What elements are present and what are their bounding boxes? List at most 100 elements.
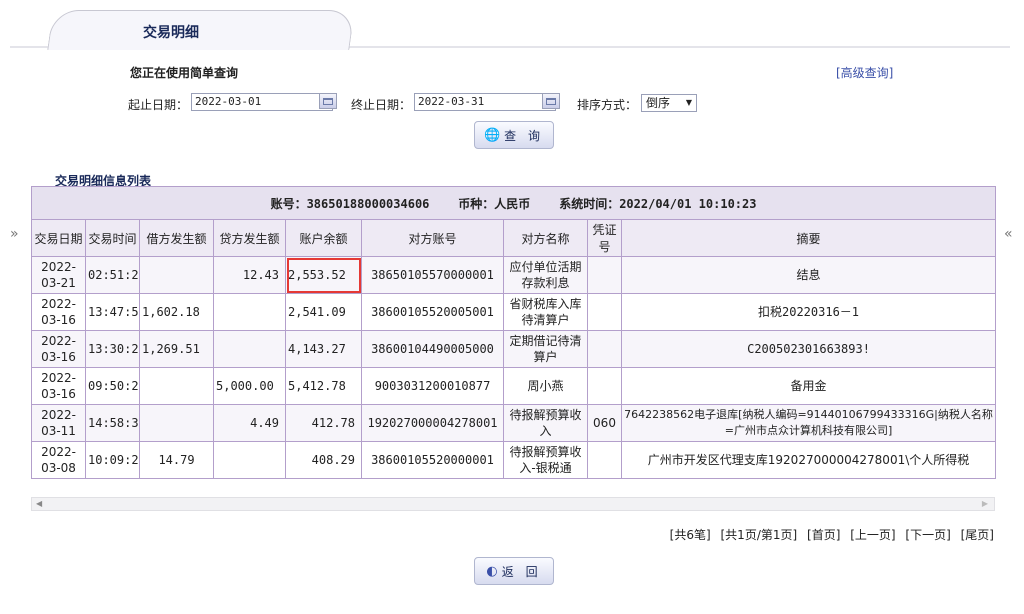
cell-voucher [587, 293, 622, 331]
cell-date: 2022-03-21 [31, 256, 86, 294]
cell-debit [139, 256, 214, 294]
cell-date: 2022-03-08 [31, 441, 86, 479]
col-date: 交易日期 [31, 219, 86, 257]
tab-active[interactable] [47, 10, 355, 51]
cell-time: 13:47:52 [85, 293, 140, 331]
table-row: 2022-03-11 14:58:37 4.49 412.78 19202700… [31, 404, 997, 442]
cell-account: 38650105570000001 [361, 256, 504, 294]
pagination: [共6笔] [共1页/第1页] [首页] [上一页] [下一页] [尾页] [664, 526, 994, 543]
cell-voucher [587, 367, 622, 405]
cell-credit: 4.49 [213, 404, 286, 442]
expand-left-icon[interactable]: » [10, 226, 19, 242]
advanced-query-link[interactable]: [高级查询] [836, 64, 893, 81]
col-debit: 借方发生额 [139, 219, 214, 257]
cell-time: 10:09:29 [85, 441, 140, 479]
cell-voucher [587, 256, 622, 294]
pager-next-link[interactable]: [下一页] [905, 528, 950, 542]
cell-date: 2022-03-16 [31, 367, 86, 405]
back-button[interactable]: ◐ 返 回 [474, 557, 554, 585]
cell-balance: 408.29 [285, 441, 362, 479]
cell-account: 38600104490005000 [361, 330, 504, 368]
sort-select-value: 倒序 [646, 96, 671, 110]
cell-name: 周小燕 [503, 367, 588, 405]
cell-memo: 结息 [620, 256, 997, 294]
end-date-input[interactable]: 2022-03-31 [414, 93, 556, 111]
cell-memo: 备用金 [620, 367, 997, 405]
cell-credit: 5,000.00 [213, 367, 286, 405]
cell-balance: 2,541.09 [285, 293, 362, 331]
dropdown-arrow-icon: ▼ [685, 98, 692, 107]
table-row: 2022-03-21 02:51:27 12.43 2,553.52 38650… [31, 256, 997, 294]
cell-date: 2022-03-16 [31, 293, 86, 331]
pager-prev-link[interactable]: [上一页] [850, 528, 895, 542]
search-button-label: 查 询 [504, 128, 544, 143]
start-date-input[interactable]: 2022-03-01 [191, 93, 333, 111]
cell-voucher [587, 330, 622, 368]
col-memo: 摘要 [620, 219, 997, 257]
pager-total: [共6笔] [669, 528, 711, 542]
cell-credit [213, 441, 286, 479]
cell-balance: 4,143.27 [285, 330, 362, 368]
cell-time: 14:58:37 [85, 404, 140, 442]
back-button-label: 返 回 [501, 564, 542, 579]
cell-voucher: 060 [587, 404, 622, 442]
cell-name: 省财税库入库待清算户 [503, 293, 588, 331]
end-date-label: 终止日期： [351, 98, 412, 112]
col-voucher: 凭证号 [587, 219, 622, 257]
collapse-right-icon[interactable]: « [1004, 226, 1013, 242]
cell-account: 38600105520005001 [361, 293, 504, 331]
cell-name: 定期借记待清算户 [503, 330, 588, 368]
cell-date: 2022-03-11 [31, 404, 86, 442]
pager-pages: [共1页/第1页] [720, 528, 798, 542]
col-account: 对方账号 [361, 219, 504, 257]
scroll-left-icon[interactable]: ◀ [36, 498, 42, 510]
table-row: 2022-03-08 10:09:29 14.79 408.29 3860010… [31, 441, 997, 479]
cell-memo: 广州市开发区代理支库192027000004278001\个人所得税 [620, 441, 997, 479]
cell-balance: 5,412.78 [285, 367, 362, 405]
cell-time: 02:51:27 [85, 256, 140, 294]
cell-name: 待报解预算收入 [503, 404, 588, 442]
cell-debit: 1,269.51 [139, 330, 214, 368]
back-circle-icon: ◐ [486, 563, 498, 579]
col-name: 对方名称 [503, 219, 588, 257]
account-info-row: 账号：38650188000034606 币种：人民币 系统时间：2022/04… [30, 186, 997, 220]
tab-title[interactable]: 交易明细 [143, 22, 199, 42]
cell-account: 38600105520000001 [361, 441, 504, 479]
search-button[interactable]: 🌐 查 询 [474, 121, 554, 149]
cell-name: 应付单位活期存款利息 [503, 256, 588, 294]
sort-select[interactable]: 倒序 ▼ [641, 94, 697, 112]
sort-label: 排序方式： [577, 98, 638, 112]
cell-debit [139, 404, 214, 442]
start-date-label: 起止日期： [128, 98, 189, 112]
cell-name: 待报解预算收入-银税通 [503, 441, 588, 479]
query-mode-label: 您正在使用简单查询 [130, 66, 239, 80]
cell-debit: 14.79 [139, 441, 214, 479]
cell-balance: 412.78 [285, 404, 362, 442]
start-calendar-icon[interactable] [319, 93, 337, 109]
pager-first-link[interactable]: [首页] [807, 528, 840, 542]
account-info: 账号：38650188000034606 币种：人民币 系统时间：2022/04… [30, 186, 997, 220]
scroll-right-icon[interactable]: ▶ [982, 498, 988, 510]
cell-debit [139, 367, 214, 405]
end-calendar-icon[interactable] [542, 93, 560, 109]
table-row: 2022-03-16 13:47:52 1,602.18 2,541.09 38… [31, 293, 997, 331]
globe-search-icon: 🌐 [483, 127, 501, 143]
col-time: 交易时间 [85, 219, 140, 257]
cell-date: 2022-03-16 [31, 330, 86, 368]
cell-credit [213, 293, 286, 331]
col-balance: 账户余额 [285, 219, 362, 257]
cell-account: 192027000004278001 [361, 404, 504, 442]
cell-memo: 扣税20220316－1 [620, 293, 997, 331]
cell-credit [213, 330, 286, 368]
cell-memo: C200502301663893! [620, 330, 997, 368]
cell-memo: 7642238562电子退库[纳税人编码=91440106799433316G|… [620, 404, 997, 442]
table-header: 交易日期 交易时间 借方发生额 贷方发生额 账户余额 对方账号 对方名称 凭证号… [31, 219, 997, 257]
pager-last-link[interactable]: [尾页] [961, 528, 994, 542]
col-credit: 贷方发生额 [213, 219, 286, 257]
cell-account: 9003031200010877 [361, 367, 504, 405]
table-row: 2022-03-16 09:50:25 5,000.00 5,412.78 90… [31, 367, 997, 405]
horizontal-scrollbar[interactable]: ◀ ▶ [31, 497, 995, 511]
transaction-table: 账号：38650188000034606 币种：人民币 系统时间：2022/04… [30, 186, 997, 479]
cell-time: 09:50:25 [85, 367, 140, 405]
cell-debit: 1,602.18 [139, 293, 214, 331]
